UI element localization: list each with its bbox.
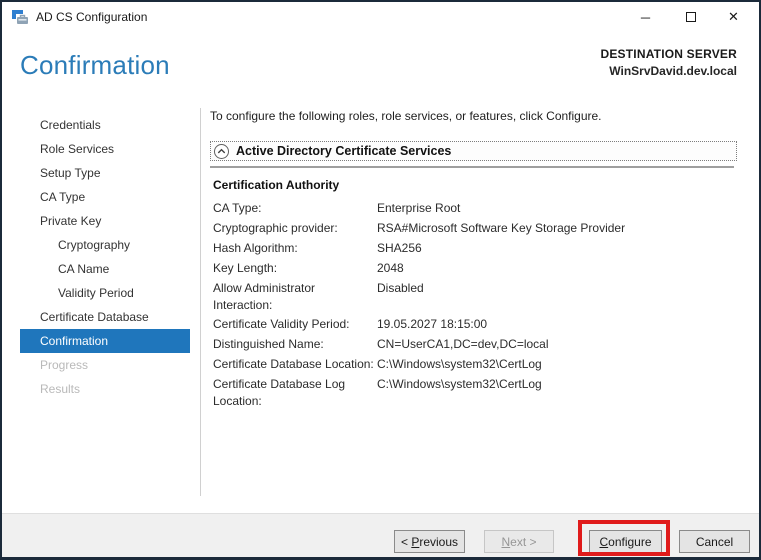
field-label: Certificate Database Location: [213, 357, 374, 371]
page-title: Confirmation [20, 50, 170, 80]
wizard-steps-sidebar: Credentials Role Services Setup Type CA … [20, 113, 190, 401]
sidebar-item-setup-type[interactable]: Setup Type [20, 161, 190, 185]
next-button: Next > [484, 530, 554, 553]
cancel-button[interactable]: Cancel [679, 530, 750, 553]
sidebar-content-divider [200, 108, 201, 496]
confirmation-fields: CA Type: Enterprise Root Cryptographic p… [213, 198, 737, 410]
field-row-key-length: Key Length: 2048 [213, 258, 737, 278]
field-value: Disabled [377, 281, 424, 295]
sidebar-item-confirmation[interactable]: Confirmation [20, 329, 190, 353]
sidebar-item-role-services[interactable]: Role Services [20, 137, 190, 161]
adcs-configuration-window: AD CS Configuration ─ ✕ Confirmation DES… [0, 0, 761, 560]
field-value: RSA#Microsoft Software Key Storage Provi… [377, 221, 626, 235]
destination-server-block: DESTINATION SERVER WinSrvDavid.dev.local [600, 47, 737, 78]
section-underline [210, 166, 734, 168]
close-button[interactable]: ✕ [711, 2, 756, 32]
field-row-certificate-validity-period: Certificate Validity Period: 19.05.2027 … [213, 314, 737, 334]
field-row-allow-admin-interaction: Allow Administrator Interaction: Disable… [213, 278, 737, 314]
field-row-certificate-database-location: Certificate Database Location: C:\Window… [213, 354, 737, 374]
sidebar-item-progress: Progress [40, 358, 89, 372]
field-label: CA Type: [213, 201, 262, 215]
server-manager-toolbox-icon [12, 10, 28, 24]
field-value: Enterprise Root [377, 201, 461, 215]
minimize-button[interactable]: ─ [623, 2, 668, 32]
field-value: 19.05.2027 18:15:00 [377, 317, 488, 331]
sidebar-item-credentials[interactable]: Credentials [20, 113, 190, 137]
destination-server-label: DESTINATION SERVER [600, 47, 737, 61]
field-value: 2048 [377, 261, 404, 275]
title-bar[interactable]: AD CS Configuration ─ ✕ [2, 2, 759, 33]
field-value: SHA256 [377, 241, 422, 255]
field-row-ca-type: CA Type: Enterprise Root [213, 198, 737, 218]
sidebar-item-ca-type[interactable]: CA Type [20, 185, 190, 209]
adcs-expander-header[interactable]: Active Directory Certificate Services [210, 141, 737, 161]
field-value: C:\Windows\system32\CertLog [377, 357, 542, 371]
field-label: Allow Administrator Interaction: [213, 281, 316, 312]
maximize-button[interactable] [668, 2, 713, 32]
sidebar-item-cryptography[interactable]: Cryptography [20, 233, 190, 257]
field-label: Certificate Database Log Location: [213, 377, 346, 408]
sidebar-item-ca-name[interactable]: CA Name [20, 257, 190, 281]
sidebar-item-private-key[interactable]: Private Key [20, 209, 190, 233]
destination-server-name: WinSrvDavid.dev.local [609, 64, 737, 78]
field-row-distinguished-name: Distinguished Name: CN=UserCA1,DC=dev,DC… [213, 334, 737, 354]
field-row-cryptographic-provider: Cryptographic provider: RSA#Microsoft So… [213, 218, 737, 238]
configure-button[interactable]: Configure [589, 530, 662, 553]
field-label: Distinguished Name: [213, 337, 324, 351]
sidebar-item-validity-period[interactable]: Validity Period [20, 281, 190, 305]
previous-button[interactable]: < Previous [394, 530, 465, 553]
sidebar-item-certificate-database[interactable]: Certificate Database [20, 305, 190, 329]
field-label: Certificate Validity Period: [213, 317, 350, 331]
field-row-certificate-database-log-location: Certificate Database Log Location: C:\Wi… [213, 374, 737, 410]
field-value: C:\Windows\system32\CertLog [377, 377, 542, 391]
field-label: Cryptographic provider: [213, 221, 338, 235]
minimize-icon: ─ [640, 9, 651, 25]
maximize-icon [685, 12, 696, 22]
expander-label: Active Directory Certificate Services [236, 144, 452, 158]
window-title: AD CS Configuration [36, 10, 148, 24]
close-icon: ✕ [728, 9, 739, 24]
chevron-up-circle-icon [214, 143, 229, 159]
field-value: CN=UserCA1,DC=dev,DC=local [377, 337, 549, 351]
instruction-text: To configure the following roles, role s… [210, 109, 602, 123]
footer-bar: < Previous Next > Configure Cancel [2, 513, 759, 557]
field-row-hash-algorithm: Hash Algorithm: SHA256 [213, 238, 737, 258]
section-title: Certification Authority [213, 178, 340, 192]
field-label: Key Length: [213, 261, 278, 275]
sidebar-item-results: Results [40, 382, 81, 396]
field-label: Hash Algorithm: [213, 241, 298, 255]
